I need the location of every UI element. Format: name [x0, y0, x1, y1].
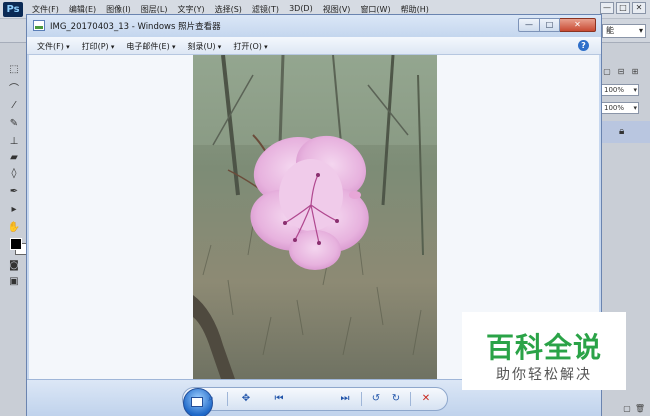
- controls-separator: [361, 392, 362, 406]
- clone-stamp-tool-icon[interactable]: ⊥: [7, 135, 21, 147]
- viewer-menu-email[interactable]: 电子邮件(E): [126, 41, 175, 52]
- hand-tool-icon[interactable]: ✋: [7, 221, 21, 233]
- panel-icon-c[interactable]: ⊞: [629, 67, 641, 77]
- viewer-window-controls: — □ ✕: [518, 18, 596, 32]
- trash-icon[interactable]: 🗑︎: [635, 404, 645, 413]
- next-icon[interactable]: ⏭: [335, 392, 355, 406]
- ps-close-button[interactable]: ✕: [632, 2, 646, 14]
- panel-icon-a[interactable]: ▢: [601, 67, 613, 77]
- viewer-maximize-button[interactable]: □: [540, 18, 560, 32]
- path-select-tool-icon[interactable]: ▸: [7, 203, 21, 215]
- blur-tool-icon[interactable]: ◊: [7, 167, 21, 179]
- lock-icon: 🔒︎: [619, 126, 625, 137]
- ps-minimize-button[interactable]: —: [600, 2, 614, 14]
- photoshop-toolbox: ⬚ ⌒ ⁄ ✎ ⊥ ▰ ◊ ✒ ▸ ✋ ◙ ▣: [0, 43, 28, 416]
- pen-tool-icon[interactable]: ✒: [7, 185, 21, 197]
- viewer-menu-burn[interactable]: 刻录(U): [187, 41, 221, 52]
- controls-separator: [227, 392, 228, 406]
- new-layer-icon[interactable]: ▢: [623, 404, 631, 413]
- quick-mask-icon[interactable]: ◙: [7, 259, 21, 271]
- screen-mode-icon[interactable]: ▣: [7, 275, 21, 287]
- zoom-icon[interactable]: ⌕: [201, 392, 221, 406]
- marquee-tool-icon[interactable]: ⬚: [7, 63, 21, 75]
- viewer-minimize-button[interactable]: —: [518, 18, 540, 32]
- watermark: 百科全说 助你轻松解决: [462, 312, 626, 390]
- delete-icon[interactable]: ✕: [419, 392, 433, 406]
- panel-icon-b[interactable]: ⊟: [615, 67, 627, 77]
- viewer-menu-open[interactable]: 打开(O): [233, 41, 267, 52]
- viewer-menu-file[interactable]: 文件(F): [37, 41, 70, 52]
- viewer-window-title: IMG_20170403_13 - Windows 照片查看器: [50, 22, 221, 32]
- magic-wand-tool-icon[interactable]: ⁄: [7, 99, 21, 111]
- help-icon[interactable]: ?: [578, 40, 589, 51]
- watermark-title: 百科全说: [485, 331, 602, 364]
- rotate-right-icon[interactable]: ↻: [389, 392, 403, 406]
- previous-icon[interactable]: ⏮: [269, 392, 289, 406]
- controls-separator: [410, 392, 411, 406]
- viewer-close-button[interactable]: ✕: [560, 18, 596, 32]
- viewer-titlebar[interactable]: IMG_20170403_13 - Windows 照片查看器 — □ ✕: [27, 15, 601, 37]
- photoshop-logo: Ps: [3, 2, 23, 17]
- flower-photo[interactable]: [193, 55, 437, 379]
- eraser-tool-icon[interactable]: ▰: [7, 151, 21, 163]
- ps-workspace-select[interactable]: 能: [602, 24, 646, 38]
- viewer-menu: 文件(F) 打印(P) 电子邮件(E) 刻录(U) 打开(O): [37, 41, 268, 52]
- ps-opacity-field[interactable]: 100%: [601, 84, 639, 96]
- flower-photo-graphic: [193, 55, 437, 379]
- ps-panel-icons: ▢ ⊟ ⊞: [601, 67, 641, 77]
- rotate-left-icon[interactable]: ↺: [369, 392, 383, 406]
- viewer-menubar: 文件(F) 打印(P) 电子邮件(E) 刻录(U) 打开(O) ?: [27, 37, 601, 55]
- ps-fill-field[interactable]: 100%: [601, 102, 639, 114]
- ps-restore-button[interactable]: □: [616, 2, 630, 14]
- healing-brush-tool-icon[interactable]: ✎: [7, 117, 21, 129]
- actual-size-icon[interactable]: ✥: [238, 392, 254, 406]
- viewer-controls: ⌕ ✥ ⏮ ⏭ ↺ ↻ ✕: [182, 387, 448, 416]
- slideshow-icon: [191, 397, 203, 407]
- viewer-menu-print[interactable]: 打印(P): [82, 41, 115, 52]
- foreground-color-swatch[interactable]: [10, 238, 22, 250]
- photo-viewer-app-icon: [33, 20, 45, 31]
- lasso-tool-icon[interactable]: ⌒: [7, 81, 21, 95]
- watermark-subtitle: 助你轻松解决: [496, 367, 592, 383]
- photoshop-window-controls: — □ ✕: [600, 2, 646, 14]
- ps-panel-bottom-icons: ▢ 🗑︎: [599, 401, 650, 416]
- ps-layer-row[interactable]: [599, 121, 650, 143]
